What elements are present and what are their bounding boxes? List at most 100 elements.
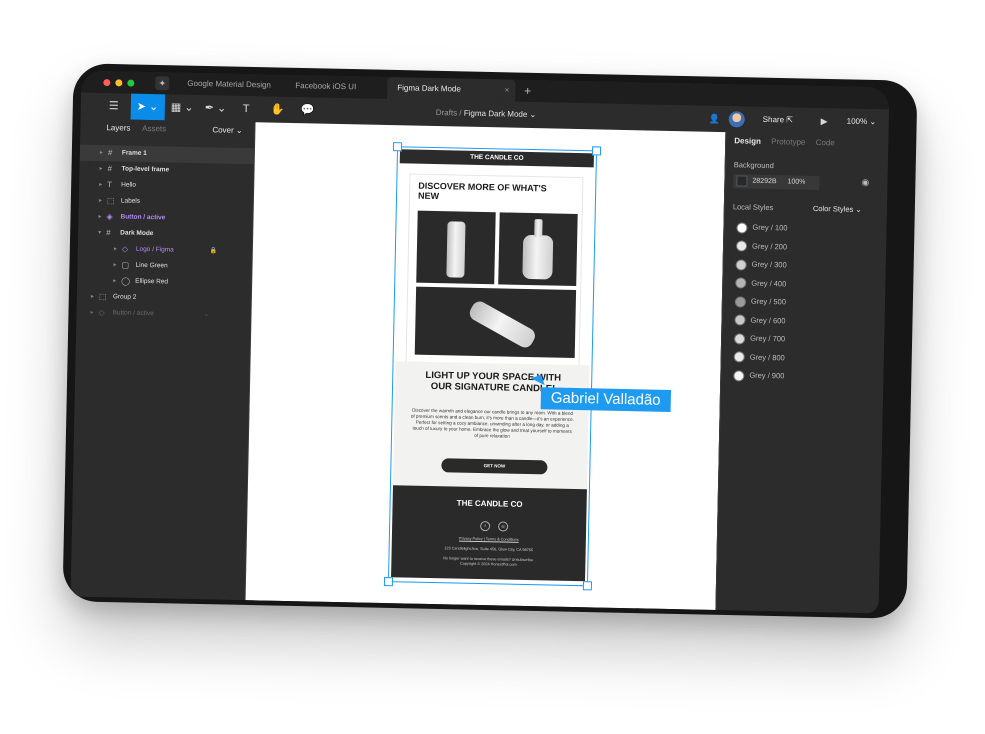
tab-layers[interactable]: Layers <box>106 123 130 133</box>
layer-name: Ellipse Red <box>135 277 169 286</box>
layer-type-icon: # <box>107 164 113 174</box>
background-hex[interactable]: 28292B <box>752 178 776 186</box>
color-styles-select[interactable]: Color Styles ⌄ <box>813 204 862 214</box>
color-style-item[interactable]: Grey / 400 <box>735 276 786 291</box>
minimize-window-icon[interactable] <box>115 79 123 87</box>
color-style-item[interactable]: Grey / 900 <box>733 368 784 383</box>
color-style-item[interactable]: Grey / 100 <box>736 220 788 235</box>
background-opacity[interactable]: 100% <box>787 178 805 185</box>
layer-name: Logo / Figma <box>135 245 174 254</box>
layer-expand-icon[interactable]: ▸ <box>99 177 102 193</box>
color-style-item[interactable]: Grey / 800 <box>733 350 785 365</box>
hero-card: DISCOVER MORE OF WHAT'S NEW <box>405 173 584 368</box>
color-style-item[interactable]: Grey / 700 <box>734 331 785 346</box>
layer-expand-icon[interactable]: ▸ <box>113 257 116 273</box>
product-image-3 <box>414 286 577 358</box>
tab-code[interactable]: Code <box>816 138 835 147</box>
layer-type-icon: ◈ <box>106 212 113 222</box>
tab-prototype[interactable]: Prototype <box>771 137 805 147</box>
local-styles-label: Local Styles <box>732 202 774 213</box>
facebook-icon[interactable]: f <box>480 521 491 532</box>
page-select[interactable]: Cover ⌄ <box>212 125 242 135</box>
lock-icon[interactable]: 🔒 <box>210 243 218 259</box>
color-style-name: Grey / 700 <box>750 333 786 344</box>
color-style-name: Grey / 300 <box>751 259 787 270</box>
move-tool-icon[interactable]: ➤ ⌄ <box>130 93 165 121</box>
background-swatch[interactable] <box>736 174 748 187</box>
tab-figma-dark-mode[interactable]: Figma Dark Mode × <box>387 77 516 102</box>
layer-expand-icon[interactable]: ▸ <box>99 161 102 177</box>
layer-expand-icon[interactable]: ▸ <box>113 273 116 289</box>
add-user-icon[interactable]: 👤 <box>708 106 720 132</box>
figma-logo-icon[interactable]: ✦ <box>155 76 170 91</box>
email-frame[interactable]: THE CANDLE CO DISCOVER MORE OF WHAT'S NE… <box>383 142 602 591</box>
get-now-button[interactable]: GET NOW <box>441 458 548 475</box>
layer-type-icon: # <box>107 148 113 158</box>
layer-type-icon: ▢ <box>121 260 130 270</box>
resize-handle-br[interactable] <box>582 581 593 591</box>
tab-facebook-ios[interactable]: Facebook iOS UI <box>295 75 356 98</box>
footer-links[interactable]: Privacy Policy | Terms & Conditions <box>392 535 586 543</box>
background-fill-field[interactable]: 28292B 100% <box>733 174 820 191</box>
avatar[interactable] <box>728 111 745 128</box>
pump-bottle-image <box>522 234 554 280</box>
layer-name: Labels <box>120 197 141 205</box>
color-swatch-icon <box>736 221 748 234</box>
breadcrumb[interactable]: Drafts / Figma Dark Mode ⌄ <box>436 100 537 128</box>
layer-expand-icon[interactable]: ▸ <box>100 145 103 161</box>
layer-expand-icon[interactable]: ▸ <box>98 209 101 225</box>
new-tab-button[interactable]: + <box>524 80 531 102</box>
text-tool-icon[interactable]: T <box>243 96 250 122</box>
layer-expand-icon[interactable]: ▸ <box>91 289 94 305</box>
color-swatch-icon <box>733 369 745 382</box>
color-swatch-icon <box>735 277 747 289</box>
breadcrumb-parent[interactable]: Drafts <box>436 108 458 117</box>
color-style-name: Grey / 200 <box>751 241 788 251</box>
color-style-item[interactable]: Grey / 300 <box>735 257 787 272</box>
eye-icon[interactable]: ◉ <box>861 177 869 188</box>
color-style-item[interactable]: Grey / 500 <box>734 294 787 309</box>
design-panel: Design Prototype Code Background 28292B … <box>715 132 890 614</box>
tab-design[interactable]: Design <box>734 136 761 146</box>
layers-panel: Layers Assets Cover ⌄ ▸ # Frame 1 ▸ # Top-lev… <box>70 118 256 601</box>
zoom-select[interactable]: 100% ⌄ <box>846 109 877 136</box>
close-tab-icon[interactable]: × <box>504 79 510 101</box>
layer-expand-icon[interactable]: ▸ <box>99 193 102 209</box>
layer-expand-icon[interactable]: ▸ <box>114 241 117 257</box>
close-window-icon[interactable] <box>103 79 111 87</box>
collaborator-name-tag: Gabriel Valladão <box>540 387 671 413</box>
pen-tool-icon[interactable]: ✒ ⌄ <box>205 95 227 121</box>
instagram-icon[interactable]: ◎ <box>498 521 509 532</box>
resize-handle-tr[interactable] <box>591 146 602 156</box>
maximize-window-icon[interactable] <box>127 79 135 87</box>
color-style-item[interactable]: Grey / 200 <box>735 239 788 254</box>
play-icon[interactable]: ▶ <box>820 108 828 134</box>
tab-google-material[interactable]: Google Material Design <box>187 73 271 97</box>
color-swatch-icon <box>734 332 746 345</box>
canvas[interactable]: THE CANDLE CO DISCOVER MORE OF WHAT'S NE… <box>245 122 726 610</box>
color-style-name: Grey / 400 <box>751 278 787 288</box>
product-image-2 <box>498 212 578 287</box>
color-style-item[interactable]: Grey / 600 <box>734 313 786 328</box>
hero-title: DISCOVER MORE OF WHAT'S NEW <box>417 180 547 202</box>
layer-name: Hello <box>121 181 137 189</box>
hidden-eye-icon[interactable]: ⌣ <box>204 307 208 323</box>
layer-expand-icon[interactable]: ▾ <box>98 225 101 241</box>
color-style-name: Grey / 100 <box>752 222 788 233</box>
color-style-name: Grey / 500 <box>750 296 787 307</box>
frame-tool-icon[interactable]: ▦ ⌄ <box>171 94 194 120</box>
pump-head-image <box>534 219 543 238</box>
resize-handle-bl[interactable] <box>383 577 394 587</box>
layer-expand-icon[interactable]: ▸ <box>90 305 93 321</box>
share-button[interactable]: Share ⇱ <box>762 107 793 134</box>
breadcrumb-current[interactable]: Figma Dark Mode ⌄ <box>464 109 537 120</box>
tab-assets[interactable]: Assets <box>142 124 166 134</box>
layer-row[interactable]: ▸ ◇ Button / active ⌣ <box>76 305 250 325</box>
hand-tool-icon[interactable]: ✋ <box>271 97 285 123</box>
share-label: Share <box>762 114 785 125</box>
promo-body: Discover the warmth and elegance our can… <box>410 407 575 439</box>
comment-tool-icon[interactable]: 💬 <box>301 97 315 123</box>
resize-handle-tl[interactable] <box>392 142 403 152</box>
email-footer: THE CANDLE CO f ◎ Privacy Policy | Terms… <box>391 485 587 582</box>
menu-icon[interactable]: ☰ <box>109 93 119 119</box>
